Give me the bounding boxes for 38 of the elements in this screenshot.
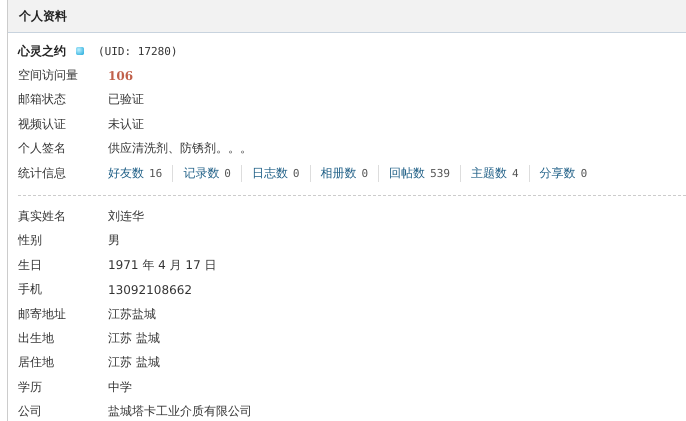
- field-value: 江苏 盐城: [108, 354, 160, 372]
- field-value: 1971 年 4 月 17 日: [108, 256, 217, 274]
- field-label: 学历: [18, 378, 43, 396]
- field-label: 空间访问量: [18, 67, 79, 84]
- field-label: 居住地: [18, 354, 55, 372]
- stat-link[interactable]: 主题数 4: [460, 164, 529, 182]
- field-label: 真实姓名: [18, 208, 67, 226]
- field-value: 未认证: [108, 116, 144, 133]
- field-value: 江苏盐城: [108, 306, 156, 323]
- field-label: 邮箱状态: [18, 91, 67, 108]
- field-value: 刘连华: [108, 208, 144, 226]
- field-label: 生日: [18, 256, 43, 274]
- user-name: 心灵之约: [18, 42, 66, 60]
- field-label: 性别: [18, 232, 43, 250]
- status-icon: [76, 47, 84, 56]
- field-label: 邮寄地址: [18, 306, 67, 323]
- field-value: 盐城塔卡工业介质有限公司: [108, 403, 252, 420]
- stat-link[interactable]: 好友数 16: [108, 164, 172, 182]
- field-label: 个人签名: [18, 140, 67, 158]
- field-label: 公司: [18, 403, 43, 420]
- stat-link[interactable]: 记录数 0: [172, 164, 241, 182]
- stat-link[interactable]: 相册数 0: [310, 164, 378, 182]
- field-label: 视频认证: [18, 116, 67, 133]
- stat-link[interactable]: 回帖数 539: [378, 164, 460, 182]
- field-value: 已验证: [108, 91, 144, 108]
- field-label: 统计信息: [18, 164, 67, 182]
- stat-link[interactable]: 分享数 0: [528, 164, 598, 182]
- field-value: 男: [108, 232, 120, 250]
- field-label: 出生地: [18, 330, 55, 347]
- field-value: 中学: [108, 378, 132, 396]
- field-value: 江苏 盐城: [108, 330, 160, 347]
- field-value: 供应清洗剂、防锈剂。。。: [108, 140, 252, 158]
- stat-link[interactable]: 日志数 0: [240, 164, 310, 182]
- field-value: 13092108662: [108, 282, 192, 297]
- field-label: 手机: [18, 281, 43, 298]
- panel-title: 个人资料: [19, 8, 67, 24]
- user-id: (UID: 17280): [98, 44, 178, 58]
- visit-count: 106: [108, 68, 134, 83]
